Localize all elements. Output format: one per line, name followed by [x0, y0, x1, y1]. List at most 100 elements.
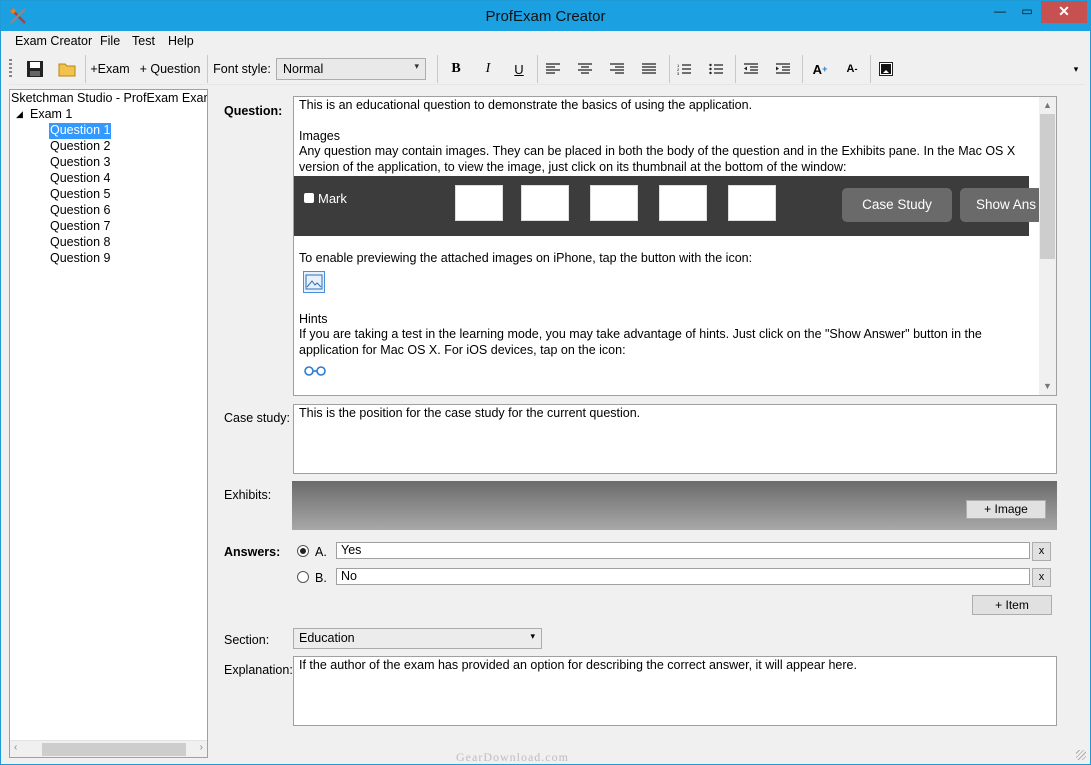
chevron-down-icon: ▾	[414, 61, 419, 71]
thumbnail-image	[455, 185, 503, 221]
answer-radio-b[interactable]	[297, 571, 309, 583]
glasses-icon	[304, 366, 326, 376]
align-center-icon	[578, 63, 592, 74]
question-editor[interactable]: This is an educational question to demon…	[293, 96, 1057, 396]
menu-file[interactable]: File	[100, 34, 120, 48]
tree-exam[interactable]: Exam 1	[30, 107, 72, 123]
tree-question[interactable]: Question 3	[50, 155, 110, 171]
align-center-button[interactable]	[574, 53, 596, 85]
section-label: Section:	[224, 633, 270, 647]
question-intro: This is an educational question to demon…	[299, 98, 753, 112]
hints-text: If you are taking a test in the learning…	[299, 327, 982, 357]
explanation-editor[interactable]: If the author of the exam has provided a…	[293, 656, 1057, 726]
menu-help[interactable]: Help	[168, 34, 194, 48]
exhibits-pane: + Image	[292, 481, 1057, 530]
scrollbar-thumb[interactable]	[1040, 114, 1055, 259]
folder-icon	[58, 63, 76, 77]
open-button[interactable]	[55, 53, 79, 85]
mark-label: Mark	[318, 191, 347, 206]
resize-grip[interactable]	[1076, 750, 1086, 760]
save-icon	[27, 61, 43, 77]
text-color-button[interactable]	[875, 53, 897, 85]
case-study-editor[interactable]: This is the position for the case study …	[293, 404, 1057, 474]
answer-input[interactable]: Yes	[336, 542, 1030, 559]
mac-toolbar-image: Mark Case Study Show Ans	[294, 176, 1040, 236]
align-right-button[interactable]	[606, 53, 628, 85]
menu-test[interactable]: Test	[132, 34, 155, 48]
add-item-button[interactable]: + Item	[972, 595, 1052, 615]
justify-button[interactable]	[638, 53, 660, 85]
tree-question[interactable]: Question 4	[50, 171, 110, 187]
add-exam-button[interactable]: +Exam	[89, 53, 131, 85]
align-left-icon	[546, 63, 560, 74]
bullet-list-button[interactable]	[705, 53, 727, 85]
toolbar-overflow-icon[interactable]: ▾	[1069, 53, 1083, 85]
remove-answer-button[interactable]: x	[1032, 568, 1051, 587]
remove-answer-button[interactable]: x	[1032, 542, 1051, 561]
menu-bar: Exam Creator File Test Help	[1, 31, 1090, 51]
align-left-button[interactable]	[542, 53, 564, 85]
answers-label: Answers:	[224, 545, 281, 559]
maximize-button[interactable]: ▭	[1014, 1, 1040, 23]
section-select[interactable]: Education ▾	[293, 628, 542, 649]
answer-radio-a[interactable]	[297, 545, 309, 557]
tree-question[interactable]: Question 2	[50, 139, 110, 155]
scroll-down-icon[interactable]: ▼	[1039, 378, 1056, 395]
minimize-button[interactable]: —	[987, 1, 1013, 23]
tree-question[interactable]: Question 8	[50, 235, 110, 251]
grow-font-label: A	[812, 61, 823, 77]
grow-font-button[interactable]: A +	[809, 53, 831, 85]
tree-question[interactable]: Question 9	[50, 251, 110, 267]
answer-letter: B.	[315, 571, 327, 585]
scroll-left-icon[interactable]: ‹	[14, 742, 17, 753]
scroll-right-icon[interactable]: ›	[200, 742, 203, 753]
close-button[interactable]: ✕	[1041, 1, 1087, 23]
toolbar-grip[interactable]	[9, 59, 12, 79]
scrollbar-thumb[interactable]	[42, 743, 186, 756]
answer-input[interactable]: No	[336, 568, 1030, 585]
underline-button[interactable]: U	[508, 53, 530, 85]
exhibits-label: Exhibits:	[224, 488, 272, 502]
question-vertical-scrollbar[interactable]: ▲ ▼	[1039, 97, 1056, 395]
menu-exam-creator[interactable]: Exam Creator	[15, 34, 92, 48]
case-study-button-image: Case Study	[842, 188, 952, 222]
exam-tree: Sketchman Studio - ProfExam Examp ◢ Exam…	[9, 89, 208, 758]
italic-button[interactable]: I	[477, 53, 499, 85]
outdent-button[interactable]	[740, 53, 762, 85]
add-question-button[interactable]: + Question	[137, 53, 203, 85]
toolbar-separator	[802, 55, 803, 83]
align-right-icon	[610, 63, 624, 74]
watermark: GearDownload.com	[456, 750, 569, 764]
expand-arrow-icon[interactable]: ◢	[16, 107, 23, 123]
font-style-label: Font style:	[213, 62, 271, 76]
section-value: Education	[299, 631, 355, 645]
scroll-up-icon[interactable]: ▲	[1039, 97, 1056, 114]
font-style-select[interactable]: Normal ▾	[276, 58, 426, 80]
tree-question[interactable]: Question 5	[50, 187, 110, 203]
preview-text: To enable previewing the attached images…	[299, 251, 753, 265]
tree-question-selected[interactable]: Question 1	[49, 123, 112, 139]
show-answer-button-image: Show Ans	[960, 188, 1040, 222]
mark-checkbox-image: Mark	[304, 191, 347, 206]
numbered-list-button[interactable]: 123	[673, 53, 695, 85]
case-study-label: Case study:	[224, 411, 291, 425]
shrink-font-button[interactable]: A-	[841, 53, 863, 85]
add-image-button[interactable]: + Image	[966, 500, 1046, 519]
tree-question[interactable]: Question 6	[50, 203, 110, 219]
tree-horizontal-scrollbar[interactable]: ‹ ›	[10, 740, 207, 757]
save-button[interactable]	[23, 53, 47, 85]
plus-icon: +	[822, 64, 828, 74]
bold-button[interactable]: B	[445, 53, 467, 85]
indent-button[interactable]	[772, 53, 794, 85]
tree-root[interactable]: Sketchman Studio - ProfExam Examp	[11, 91, 207, 107]
tree-question[interactable]: Question 7	[50, 219, 110, 235]
window-title: ProfExam Creator	[485, 8, 606, 25]
title-bar: ProfExam Creator — ▭ ✕	[1, 1, 1090, 31]
font-style-value: Normal	[283, 62, 324, 76]
question-label: Question:	[224, 104, 283, 118]
question-content: This is an educational question to demon…	[299, 98, 1034, 175]
indent-icon	[776, 63, 790, 74]
image-preview-icon	[303, 271, 325, 293]
thumbnail-image	[659, 185, 707, 221]
svg-text:3: 3	[677, 71, 680, 76]
